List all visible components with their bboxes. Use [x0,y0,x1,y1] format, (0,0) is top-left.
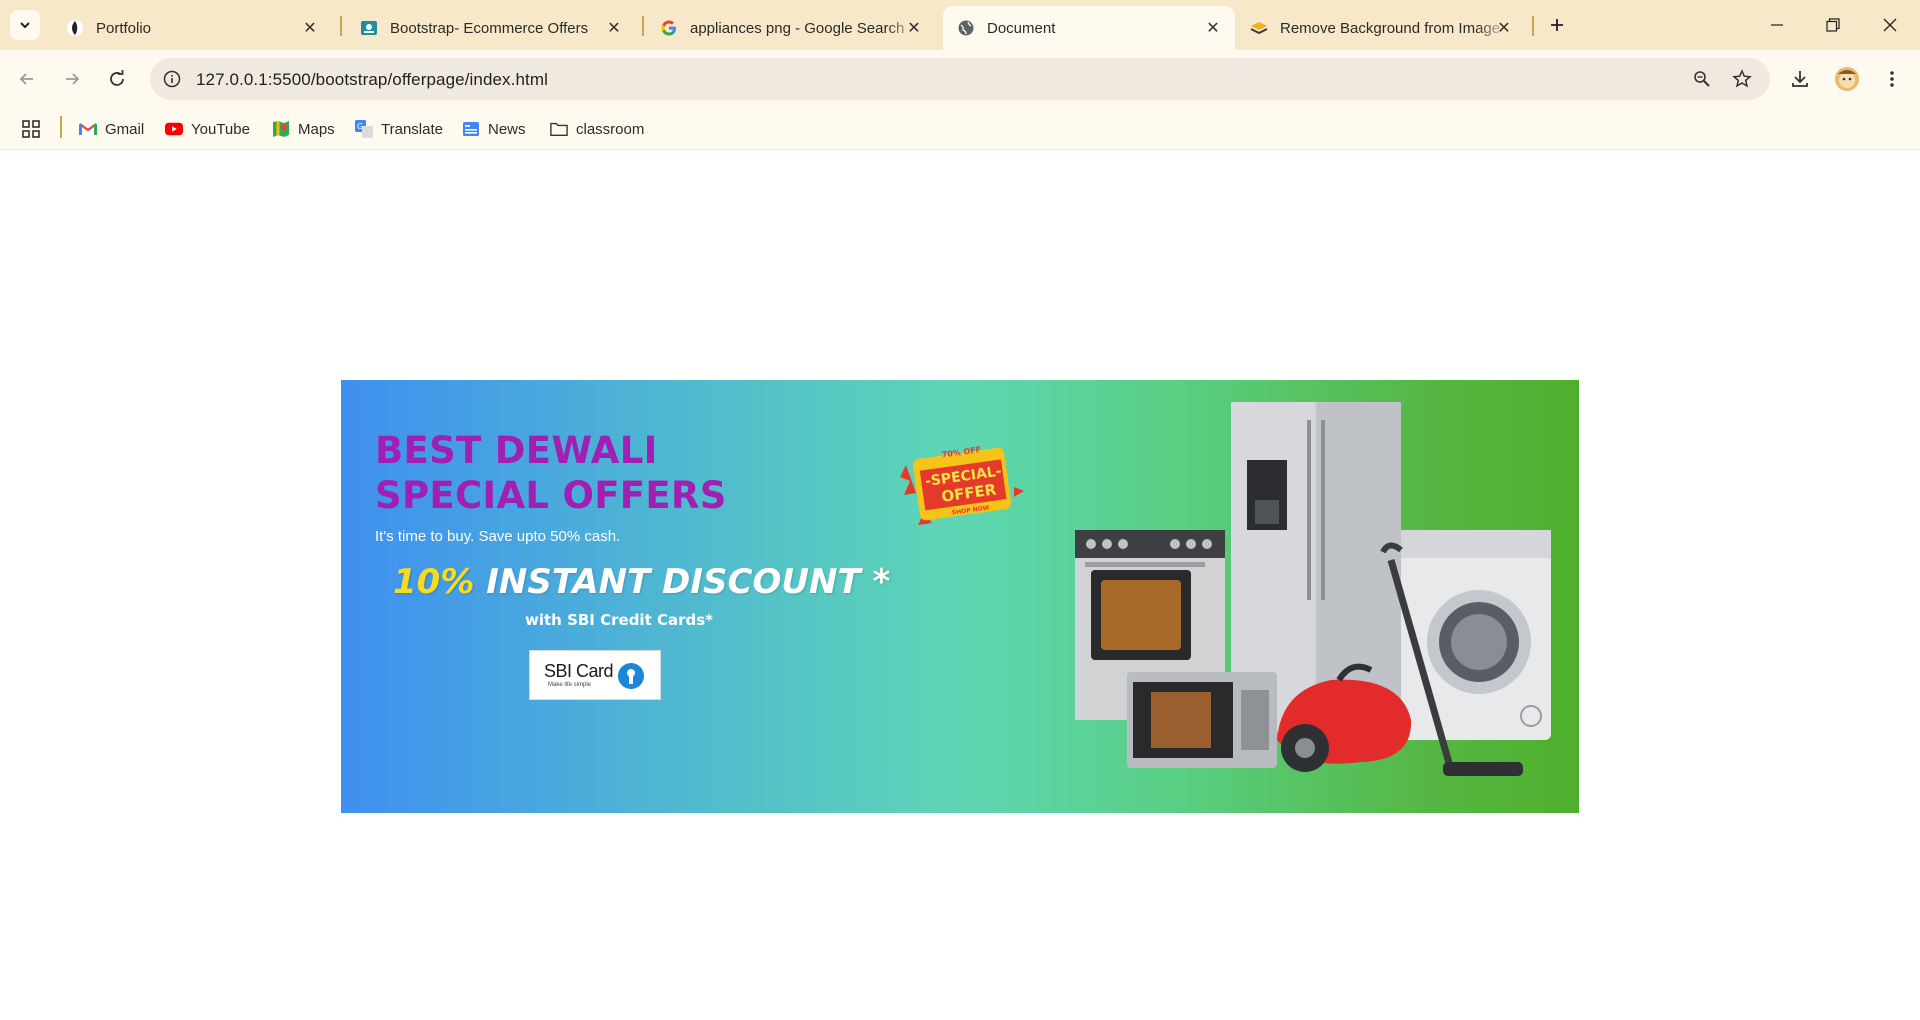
globe-icon [957,19,975,37]
bookmark-separator [60,116,62,138]
credit-card-note: with SBI Credit Cards* [525,611,713,629]
bookmark-translate[interactable]: G Translate [355,118,443,140]
minimize-icon [1771,24,1783,26]
browser-toolbar: 127.0.0.1:5500/bootstrap/offerpage/index… [0,50,1920,108]
close-icon[interactable]: ✕ [904,18,924,38]
plus-icon [1551,19,1563,31]
forward-button[interactable] [56,63,88,95]
google-icon [660,19,678,37]
site-info-icon[interactable] [160,67,184,91]
remove-bg-favicon-icon [1250,19,1268,37]
bookmark-label: Translate [381,120,443,138]
microwave-image [1127,672,1277,768]
downloads-button[interactable] [1784,63,1816,95]
tab-separator [1532,16,1534,36]
gmail-icon [79,120,97,138]
tab-title: Bootstrap- Ecommerce Offers [390,19,589,37]
tab-strip: Portfolio ✕ Bootstrap- Ecommerce Offers … [0,0,1920,50]
bookmark-maps[interactable]: Maps [272,118,335,140]
appliances-image [1075,402,1551,776]
zoom-icon[interactable] [1690,67,1714,91]
folder-icon [550,120,568,138]
back-button[interactable] [11,63,43,95]
close-window-button[interactable] [1875,10,1905,40]
kebab-menu-icon [1890,71,1894,87]
restore-icon [1826,18,1840,32]
tab-document[interactable]: Document ✕ [943,6,1235,50]
tab-separator [340,16,342,36]
chevron-down-icon [20,22,30,29]
close-icon [1883,18,1897,32]
page-viewport: BEST DEWALI SPECIAL OFFERS It's time to … [0,151,1920,1020]
tab-title: Portfolio [96,19,152,37]
close-icon[interactable]: ✕ [1203,18,1223,38]
sbi-card-logo: SBI Card Make life simple [529,650,661,700]
bookmark-youtube[interactable]: YouTube [165,118,250,140]
close-icon[interactable]: ✕ [1494,18,1514,38]
washing-machine-image [1401,530,1551,740]
bookmark-news[interactable]: News [462,118,526,140]
bookmark-gmail[interactable]: Gmail [79,118,144,140]
maps-icon [272,120,290,138]
bookmark-label: Gmail [105,120,145,138]
minimize-button[interactable] [1762,10,1792,40]
new-tab-button[interactable] [1544,12,1570,38]
tab-google-search[interactable]: appliances png - Google Search ✕ [646,6,936,50]
bookmark-star-icon[interactable] [1730,67,1754,91]
apps-button[interactable] [21,118,41,140]
sbi-brand-text: SBI Card [544,661,614,681]
tab-bootstrap-offers[interactable]: Bootstrap- Ecommerce Offers ✕ [346,6,636,50]
apps-grid-icon [22,120,40,138]
instant-discount-text: 10% INSTANT DISCOUNT * [393,562,890,602]
portfolio-favicon-icon [66,19,84,37]
discount-percent: 10% [393,562,475,602]
translate-icon: G [355,120,373,138]
avatar-icon [1835,67,1859,91]
url-text[interactable]: 127.0.0.1:5500/bootstrap/offerpage/index… [196,70,548,90]
banner-subline: It's time to buy. Save upto 50% cash. [375,528,621,545]
bookmark-folder-classroom[interactable]: classroom [550,118,644,140]
tab-title: appliances png - Google Search [690,19,905,37]
reload-icon [110,70,124,86]
bookmark-label: YouTube [191,120,250,138]
close-icon[interactable]: ✕ [300,18,320,38]
arrow-left-icon [19,73,33,85]
offer-banner: BEST DEWALI SPECIAL OFFERS It's time to … [341,380,1579,813]
classroom-favicon-icon [360,19,378,37]
restore-button[interactable] [1818,10,1848,40]
youtube-icon [165,120,183,138]
bookmark-label: Maps [298,120,335,138]
sbi-tagline: Make life simple [548,682,592,688]
tab-separator [642,16,644,36]
menu-button[interactable] [1876,63,1908,95]
news-icon [462,120,480,138]
download-icon [1792,71,1808,87]
reload-button[interactable] [101,63,133,95]
tab-title: Remove Background from Image [1280,19,1501,37]
discount-label: INSTANT DISCOUNT * [474,562,891,602]
tab-remove-background[interactable]: Remove Background from Image ✕ [1236,6,1526,50]
svg-text:G: G [357,122,363,131]
banner-headline: BEST DEWALI SPECIAL OFFERS [375,429,727,517]
tab-search-button[interactable] [10,10,40,40]
close-icon[interactable]: ✕ [604,18,624,38]
tab-title: Document [987,19,1056,37]
address-bar[interactable]: 127.0.0.1:5500/bootstrap/offerpage/index… [150,58,1770,100]
special-offer-sticker: 70% OFF -SPECIAL- OFFER SHOP NOW [900,445,1024,525]
sbi-keyhole-icon [618,663,644,689]
profile-button[interactable] [1831,63,1863,95]
bookmark-label: classroom [576,120,645,138]
bookmark-label: News [488,120,526,138]
arrow-right-icon [66,73,80,85]
tab-portfolio[interactable]: Portfolio ✕ [52,6,332,50]
bookmarks-bar: Gmail YouTube Maps G Translate News clas… [0,108,1920,150]
